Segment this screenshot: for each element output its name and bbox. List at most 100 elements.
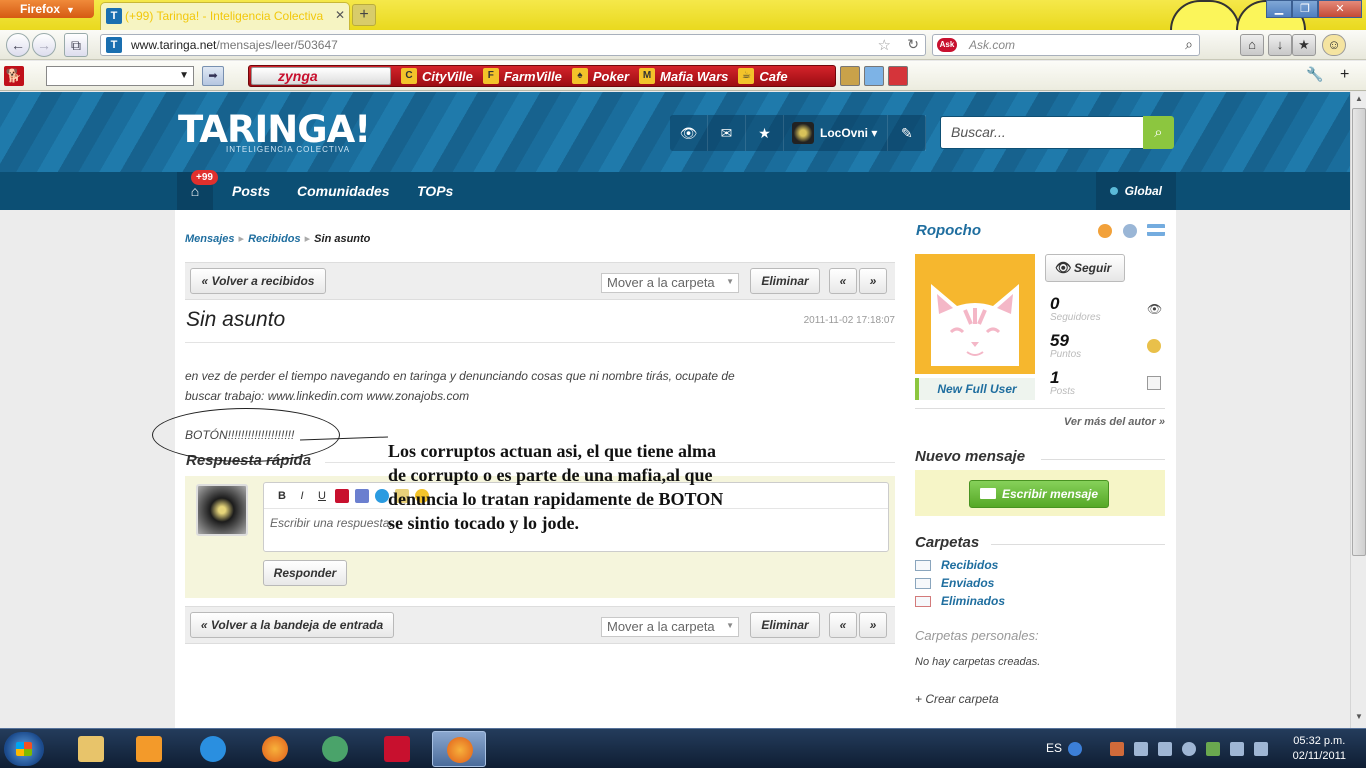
game-shortcut-icon[interactable] [888, 66, 908, 86]
reply-button[interactable]: Responder [263, 560, 347, 586]
page-scrollbar[interactable]: ▲ ▼ [1350, 92, 1366, 728]
scroll-down-icon[interactable]: ▼ [1351, 712, 1366, 726]
document-icon [1147, 376, 1161, 390]
tray-app-icon[interactable] [1110, 742, 1124, 756]
toolbar-go-button[interactable]: ➡ [202, 66, 224, 86]
bookmarks-menu-icon[interactable]: ★ [1292, 34, 1316, 56]
delete-button[interactable]: Eliminar [750, 612, 820, 638]
annotation-text: Los corruptos actuan asi, el que tiene a… [388, 439, 788, 535]
addon-smiley-icon[interactable]: ☺ [1322, 34, 1346, 56]
next-message-button[interactable]: » [859, 268, 887, 294]
game-cafe-link[interactable]: ☕ Cafe [738, 68, 788, 84]
write-message-button[interactable]: Escribir mensaje [969, 480, 1109, 508]
user-menu[interactable]: LocOvni ▾ [784, 115, 889, 151]
search-engine-bar[interactable]: Ask Ask.com ⌕ [932, 34, 1200, 56]
maximize-button[interactable]: ❐ [1292, 0, 1318, 18]
messages-envelope-icon[interactable]: ✉ [708, 115, 746, 151]
game-shortcut-icon[interactable] [840, 66, 860, 86]
taskbar-firefox-active[interactable] [432, 731, 486, 767]
author-avatar[interactable] [915, 254, 1035, 374]
forward-button[interactable]: → [32, 33, 56, 57]
game-shortcut-icon[interactable] [864, 66, 884, 86]
tray-app-icon[interactable] [1206, 742, 1220, 756]
nav-posts[interactable]: Posts [218, 172, 284, 210]
tray-app-icon[interactable] [1182, 742, 1196, 756]
annotation-line: denuncia lo tratan rapidamente de BOTON [388, 489, 724, 509]
new-tab-button[interactable]: + [352, 4, 376, 26]
start-button[interactable] [4, 732, 44, 766]
scroll-thumb[interactable] [1352, 108, 1366, 556]
move-folder-select[interactable]: Mover a la carpeta ▼ [601, 273, 739, 293]
folder-eliminados[interactable]: Eliminados [915, 594, 1005, 608]
scroll-up-icon[interactable]: ▲ [1351, 94, 1366, 108]
image-icon[interactable] [355, 488, 369, 503]
bold-icon[interactable]: B [272, 490, 292, 502]
help-icon[interactable] [1068, 742, 1082, 756]
home-icon[interactable]: ⌂ [1240, 34, 1264, 56]
youtube-icon[interactable] [335, 488, 349, 503]
favorites-star-icon[interactable]: ★ [746, 115, 784, 151]
bookmark-star-icon[interactable]: ☆ [878, 36, 891, 54]
nav-comunidades[interactable]: Comunidades [283, 172, 404, 210]
folder-enviados[interactable]: Enviados [915, 576, 994, 590]
toolbar-search-combo[interactable]: ▼ [46, 66, 194, 86]
taskbar-media-player[interactable] [122, 731, 176, 767]
back-to-inbox-button[interactable]: « Volver a recibidos [190, 268, 326, 294]
network-icon[interactable] [1158, 742, 1172, 756]
taskbar-explorer[interactable] [64, 731, 118, 767]
close-window-button[interactable]: ✕ [1318, 0, 1362, 18]
game-poker-link[interactable]: ♠ Poker [571, 68, 629, 84]
taskbar-firefox[interactable] [248, 731, 302, 767]
zynga-dog-icon[interactable]: 🐕 [4, 66, 24, 86]
game-farmville-link[interactable]: F FarmVille [482, 68, 562, 84]
zynga-logo-dropdown[interactable]: zynga [251, 67, 391, 85]
firefox-menu-button[interactable]: Firefox ▼ [0, 0, 94, 18]
game-cityville-link[interactable]: C CityVille [401, 68, 473, 84]
language-indicator[interactable]: ES [1046, 741, 1062, 755]
author-name[interactable]: Ropocho [916, 222, 981, 239]
minimize-button[interactable]: ▁ [1266, 0, 1292, 18]
message-body: en vez de perder el tiempo navegando en … [185, 366, 805, 406]
add-icon[interactable]: + [1340, 66, 1360, 86]
downloads-icon[interactable]: ↓ [1268, 34, 1292, 56]
game-mafiawars-link[interactable]: M Mafia Wars [639, 68, 728, 84]
clock[interactable]: 05:32 p.m. 02/11/2011 [1293, 734, 1346, 764]
more-from-author-link[interactable]: Ver más del autor » [1064, 416, 1165, 428]
folder-recibidos[interactable]: Recibidos [915, 558, 998, 572]
breadcrumb-mensajes[interactable]: Mensajes [185, 233, 235, 245]
next-message-button[interactable]: » [859, 612, 887, 638]
taskbar-messenger[interactable] [308, 731, 362, 767]
volume-icon[interactable] [1254, 742, 1268, 756]
nav-tops[interactable]: TOPs [403, 172, 467, 210]
move-folder-select[interactable]: Mover a la carpeta ▼ [601, 617, 739, 637]
italic-icon[interactable]: I [292, 490, 312, 502]
signal-icon[interactable] [1230, 742, 1244, 756]
edit-pencil-icon[interactable]: ✎ [888, 115, 927, 151]
delete-button[interactable]: Eliminar [750, 268, 820, 294]
link-globe-icon[interactable] [375, 488, 389, 503]
back-button[interactable]: ← [6, 33, 30, 57]
underline-icon[interactable]: U [312, 490, 332, 502]
prev-message-button[interactable]: « [829, 268, 857, 294]
prev-message-button[interactable]: « [829, 612, 857, 638]
url-bar[interactable]: T www.taringa.net/mensajes/leer/503647 ☆… [100, 34, 926, 56]
taskbar-internet-explorer[interactable] [186, 731, 240, 767]
stat-followers: 0 Seguidores 👁 [1050, 294, 1165, 323]
group-tabs-button[interactable]: ⧉ [64, 33, 88, 57]
site-search-input[interactable]: Buscar... [940, 116, 1144, 149]
follow-button[interactable]: 👁 Seguir [1045, 254, 1125, 282]
taskbar-app[interactable] [370, 731, 424, 767]
search-icon[interactable]: ⌕ [1185, 36, 1193, 53]
nav-global[interactable]: Global [1095, 172, 1176, 210]
close-tab-icon[interactable]: ✕ [335, 8, 345, 22]
breadcrumb-recibidos[interactable]: Recibidos [248, 233, 301, 245]
search-icon[interactable]: ⌕ [1143, 116, 1174, 149]
browser-tab[interactable]: T (+99) Taringa! - Inteligencia Colectiv… [100, 2, 350, 30]
reload-icon[interactable]: ↻ [907, 36, 919, 53]
flag-icon[interactable] [1134, 742, 1148, 756]
wrench-icon[interactable]: 🔧 [1306, 66, 1326, 86]
create-folder-link[interactable]: + Crear carpeta [915, 692, 999, 706]
back-to-tray-button[interactable]: « Volver a la bandeja de entrada [190, 612, 394, 638]
annotation-line: de corrupto o es parte de una mafia,al q… [388, 465, 713, 485]
monitor-eye-icon[interactable]: 👁 [670, 115, 708, 151]
